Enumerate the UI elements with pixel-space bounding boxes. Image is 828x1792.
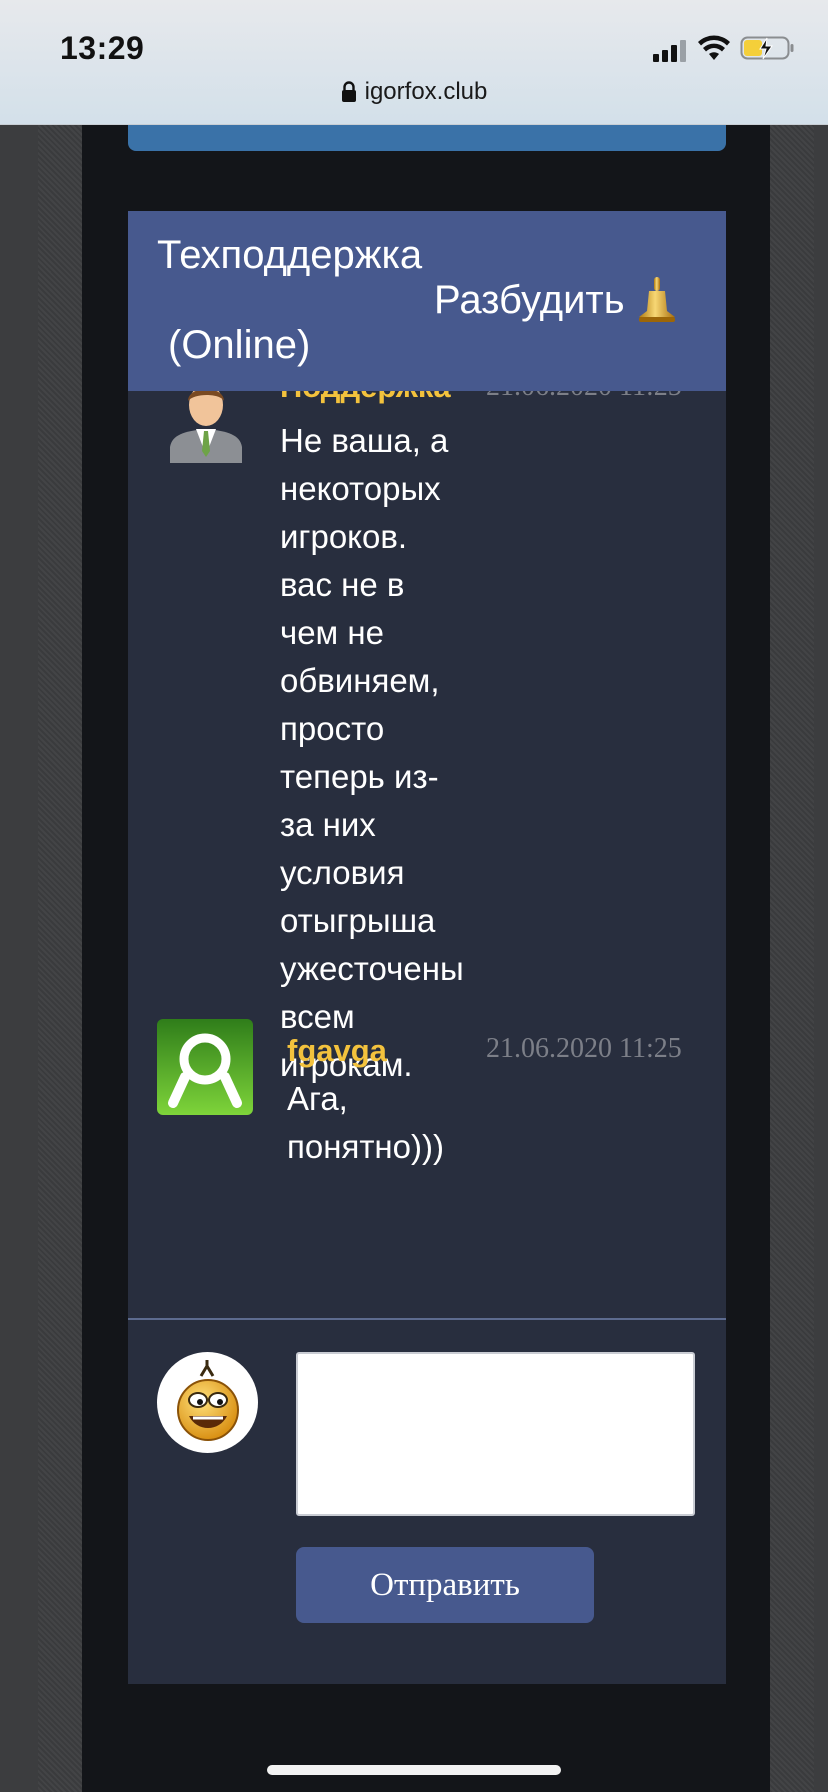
wake-label: Разбудить	[434, 277, 625, 322]
chat-title: Техподдержка	[157, 233, 423, 277]
send-button[interactable]: Отправить	[296, 1547, 594, 1623]
message-timestamp: 21.06.2020 11:25	[486, 391, 682, 403]
clock: 13:29	[60, 30, 145, 66]
message-text: Ага, понятно)))	[287, 1080, 444, 1165]
lock-icon	[341, 81, 356, 102]
url-text: igorfox.club	[364, 78, 488, 105]
message-author: fgavga	[287, 1033, 387, 1068]
smiley-avatar	[157, 1352, 258, 1453]
address-bar[interactable]: igorfox.club	[0, 78, 828, 106]
support-agent-avatar	[170, 391, 242, 463]
chat-header: Техподдержка Разбудить (Online)	[128, 211, 726, 391]
status-bar: 13:29 igorfox.club	[0, 0, 828, 125]
home-indicator[interactable]	[267, 1765, 561, 1775]
cellular-signal-icon	[653, 38, 689, 62]
wifi-icon	[698, 35, 730, 60]
battery-charging-icon	[740, 36, 794, 60]
user-avatar	[157, 1019, 253, 1115]
support-chat-widget: Техподдержка Разбудить (Online) Не ваша,…	[128, 211, 726, 1684]
bell-icon	[638, 277, 675, 322]
composer-divider	[128, 1318, 726, 1320]
background-texture-right	[770, 125, 814, 1792]
message-timestamp: 21.06.2020 11:25	[486, 1033, 682, 1064]
wake-support-button[interactable]: Разбудить	[434, 275, 677, 325]
message-input[interactable]	[296, 1352, 695, 1516]
background-texture-left	[38, 125, 82, 1792]
previous-panel-edge	[128, 125, 726, 151]
message-author: Поддержка	[280, 391, 451, 405]
message-list[interactable]: Поддержка 21.06.2020 11:25 Не ваша, а не…	[128, 391, 726, 1327]
chat-online-status: (Online)	[168, 323, 311, 367]
message-text: Не ваша, а некоторых игроков. вас не в ч…	[280, 422, 464, 1083]
